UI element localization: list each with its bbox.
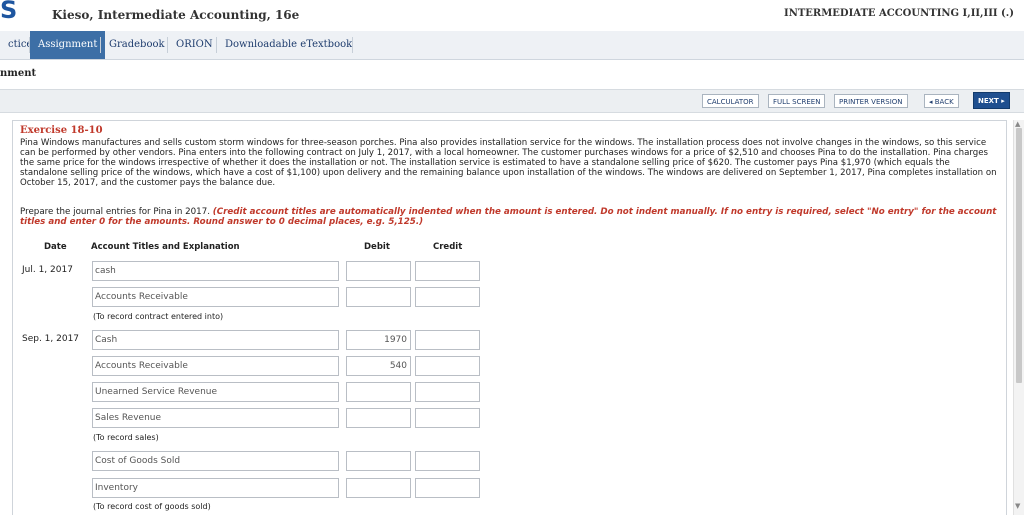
scrollbar-thumb[interactable] — [1016, 128, 1022, 383]
entry-date: Sep. 1, 2017 — [22, 334, 80, 344]
credit-input[interactable] — [415, 261, 480, 281]
instructions: Prepare the journal entries for Pina in … — [20, 207, 1000, 227]
debit-input[interactable] — [346, 408, 411, 428]
tab-etextbook[interactable]: Downloadable eTextbook — [217, 31, 360, 59]
account-input[interactable]: Cost of Goods Sold — [92, 451, 339, 471]
account-input[interactable]: Unearned Service Revenue — [92, 382, 339, 402]
next-button[interactable]: NEXT ▸ — [973, 92, 1010, 109]
debit-input[interactable] — [346, 382, 411, 402]
entry-note: (To record sales) — [93, 433, 159, 442]
column-header-credit: Credit — [433, 242, 463, 252]
scroll-down-icon[interactable]: ▼ — [1015, 502, 1020, 510]
course-title: INTERMEDIATE ACCOUNTING I,II,III (.) — [784, 8, 1014, 19]
vertical-scrollbar[interactable]: ▲ ▼ — [1013, 120, 1024, 515]
main-nav: ctice Assignment Gradebook ORION Downloa… — [0, 31, 1024, 60]
credit-input[interactable] — [415, 356, 480, 376]
toolbar: CALCULATOR FULL SCREEN PRINTER VERSION ◂… — [0, 89, 1024, 113]
tab-divider — [352, 37, 353, 53]
debit-input[interactable] — [346, 451, 411, 471]
scroll-up-icon[interactable]: ▲ — [1015, 120, 1020, 128]
instruction-text: Prepare the journal entries for Pina in … — [20, 207, 213, 217]
account-input[interactable]: Inventory — [92, 478, 339, 498]
credit-input[interactable] — [415, 408, 480, 428]
entry-note: (To record cost of goods sold) — [93, 502, 211, 511]
printer-version-button[interactable]: PRINTER VERSION — [834, 94, 908, 108]
exercise-title: Exercise 18-10 — [20, 125, 103, 136]
column-header-account: Account Titles and Explanation — [91, 242, 240, 252]
book-title: Kieso, Intermediate Accounting, 16e — [52, 8, 300, 22]
account-input[interactable]: Cash — [92, 330, 339, 350]
credit-input[interactable] — [415, 478, 480, 498]
column-header-debit: Debit — [364, 242, 390, 252]
section-title: nment — [0, 68, 37, 79]
debit-input[interactable] — [346, 261, 411, 281]
calculator-button[interactable]: CALCULATOR — [702, 94, 759, 108]
account-input[interactable]: Sales Revenue — [92, 408, 339, 428]
credit-input[interactable] — [415, 451, 480, 471]
credit-input[interactable] — [415, 330, 480, 350]
credit-input[interactable] — [415, 382, 480, 402]
credit-input[interactable] — [415, 287, 480, 307]
account-input[interactable]: Accounts Receivable — [92, 287, 339, 307]
debit-input[interactable]: 540 — [346, 356, 411, 376]
debit-input[interactable] — [346, 287, 411, 307]
full-screen-button[interactable]: FULL SCREEN — [768, 94, 826, 108]
account-input[interactable]: cash — [92, 261, 339, 281]
question-panel: Exercise 18-10 Pina Windows manufactures… — [12, 120, 1007, 515]
app-header: S Kieso, Intermediate Accounting, 16e IN… — [0, 0, 1024, 32]
tab-orion[interactable]: ORION — [168, 31, 221, 59]
entry-date: Jul. 1, 2017 — [22, 265, 73, 275]
account-input[interactable]: Accounts Receivable — [92, 356, 339, 376]
back-button[interactable]: ◂ BACK — [924, 94, 959, 108]
problem-text: Pina Windows manufactures and sells cust… — [20, 138, 997, 188]
debit-input[interactable] — [346, 478, 411, 498]
entry-note: (To record contract entered into) — [93, 312, 224, 321]
column-header-date: Date — [44, 242, 67, 252]
debit-input[interactable]: 1970 — [346, 330, 411, 350]
tab-gradebook[interactable]: Gradebook — [101, 31, 173, 59]
brand-logo[interactable]: S — [0, 0, 17, 24]
tab-assignment[interactable]: Assignment — [30, 31, 106, 59]
